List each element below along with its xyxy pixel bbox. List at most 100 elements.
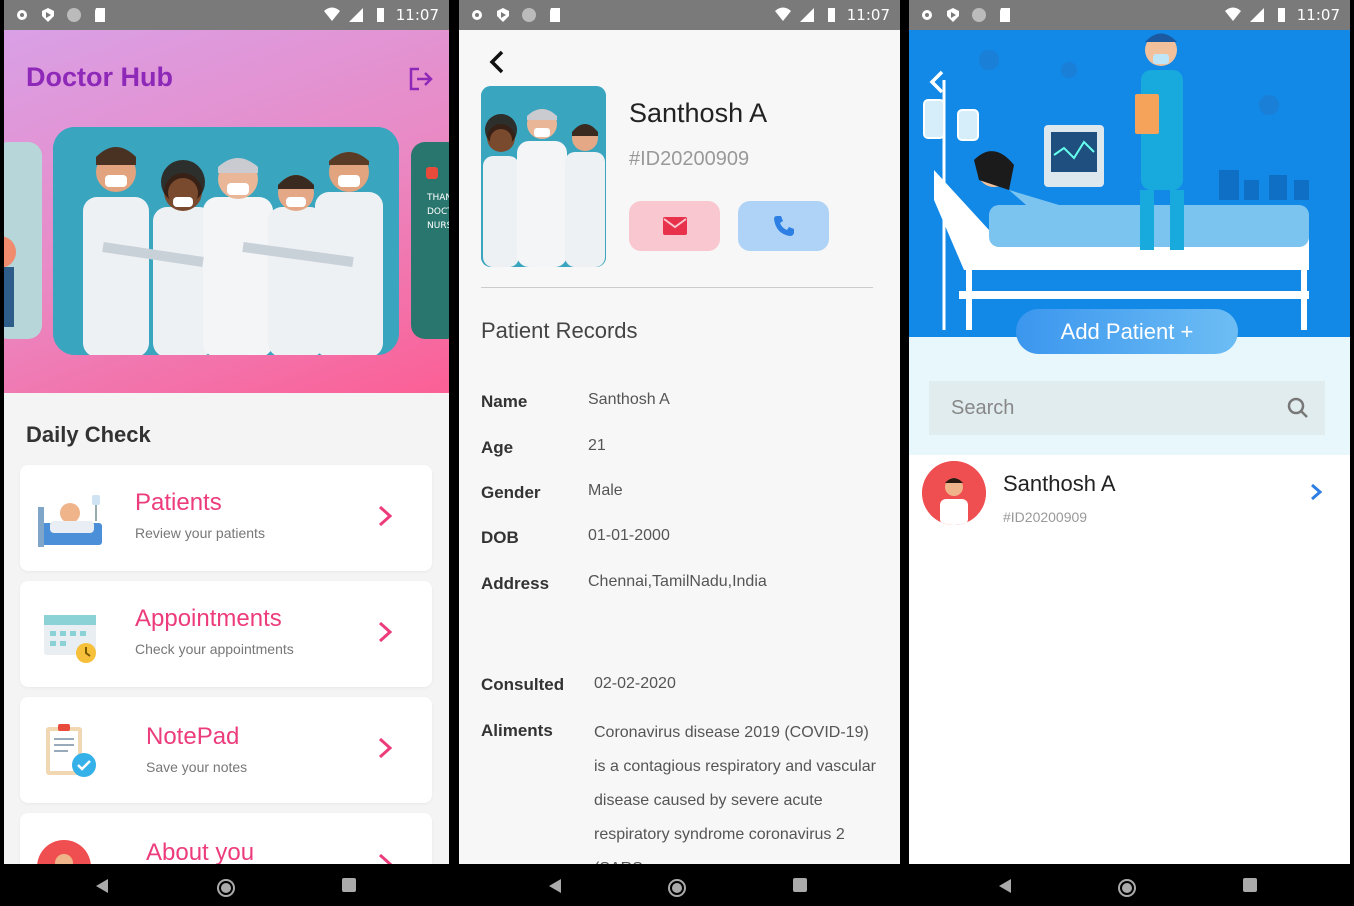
menu-card-notepad[interactable]: NotePad Save your notes — [20, 697, 432, 803]
patient-bed-icon — [38, 495, 102, 547]
field-label: Consulted — [481, 675, 565, 694]
battery-icon — [827, 8, 835, 22]
status-bar: 11:07 — [4, 0, 449, 30]
signal-icon — [1249, 8, 1264, 22]
shield-icon — [497, 8, 509, 22]
field-value: 01-01-2000 — [588, 527, 670, 544]
menu-card-about[interactable]: About you — [20, 813, 432, 864]
chevron-right-icon — [378, 853, 392, 864]
doctors-illustration — [53, 127, 399, 355]
carousel-card-next[interactable]: THAN DOCT NURS — [411, 142, 449, 339]
patient-detail-screen: 11:07 Santhosh A #ID20200909 Patient Rec… — [459, 0, 900, 864]
status-bar: 11:07 — [909, 0, 1350, 30]
field-value: Male — [588, 482, 623, 499]
add-patient-button[interactable]: Add Patient + — [1016, 309, 1238, 354]
menu-subtitle: Save your notes — [146, 759, 248, 775]
field-label: DOB — [481, 528, 519, 547]
sdcard-icon — [95, 8, 105, 22]
patient-name: Santhosh A — [629, 98, 768, 128]
avatar — [922, 461, 986, 525]
signal-icon — [348, 8, 363, 22]
divider — [481, 287, 873, 288]
nav-recents-icon[interactable] — [1243, 878, 1257, 892]
wifi-icon — [1224, 7, 1241, 21]
menu-title: NotePad — [146, 723, 240, 750]
sdcard-icon — [550, 8, 560, 22]
calendar-icon — [44, 615, 96, 663]
menu-title: About you — [146, 839, 255, 864]
field-label: Address — [481, 574, 550, 593]
nav-back-icon[interactable] — [997, 878, 1013, 894]
menu-subtitle: Review your patients — [135, 525, 265, 541]
section-title: Daily Check — [26, 422, 151, 447]
nav-home-icon[interactable] — [216, 878, 236, 898]
battery-icon — [376, 8, 384, 22]
chevron-right-icon — [378, 621, 392, 643]
user-avatar-icon — [37, 840, 91, 864]
carousel-card-doctors[interactable] — [53, 127, 399, 355]
search-bar — [929, 381, 1325, 435]
sdcard-icon — [1000, 8, 1010, 22]
field-value: Chennai,TamilNadu,India — [588, 573, 767, 590]
settings-icon — [472, 10, 482, 20]
nav-home-icon[interactable] — [1117, 878, 1137, 898]
back-arrow-icon[interactable] — [929, 70, 945, 94]
home-screen: 11:07 Doctor Hub THAN DOC NUR Daily Chec… — [4, 0, 449, 864]
field-value: 21 — [588, 437, 606, 454]
logout-icon[interactable] — [408, 66, 434, 92]
field-value: Santhosh A — [588, 391, 670, 408]
nav-home-icon[interactable] — [667, 878, 687, 898]
records-title: Patient Records — [481, 318, 638, 343]
patient-name: Santhosh A — [1003, 471, 1116, 496]
field-value-aliments: Coronavirus disease 2019 (COVID-19) is a… — [594, 724, 876, 864]
field-label: Aliments — [481, 721, 553, 740]
field-label: Name — [481, 392, 528, 411]
patient-photo — [481, 86, 606, 267]
status-time: 11:07 — [395, 6, 439, 24]
circle-icon — [522, 8, 536, 22]
menu-title: Patients — [135, 489, 222, 516]
chevron-right-icon — [378, 737, 392, 759]
phone-icon — [774, 216, 794, 236]
back-arrow-icon[interactable] — [489, 50, 505, 74]
app-title: Doctor Hub — [26, 62, 173, 92]
svg-text:DOCT: DOCT — [427, 207, 449, 217]
circle-icon — [972, 8, 986, 22]
menu-card-patients[interactable]: Patients Review your patients — [20, 465, 432, 571]
field-value: 02-02-2020 — [594, 675, 676, 692]
status-time: 11:07 — [846, 6, 890, 24]
menu-title: Appointments — [135, 605, 282, 632]
settings-icon — [17, 10, 27, 20]
patient-id: #ID20200909 — [1003, 509, 1088, 525]
nav-recents-icon[interactable] — [342, 878, 356, 892]
shield-icon — [42, 8, 54, 22]
chevron-right-icon — [1311, 483, 1322, 501]
chevron-right-icon — [378, 505, 392, 527]
shield-icon — [947, 8, 959, 22]
svg-text:THAN: THAN — [426, 193, 449, 203]
hospital-illustration — [909, 30, 1350, 337]
nav-recents-icon[interactable] — [793, 878, 807, 892]
mail-icon — [663, 217, 687, 235]
status-bar: 11:07 — [459, 0, 900, 30]
nav-back-icon[interactable] — [547, 878, 563, 894]
signal-icon — [799, 8, 814, 22]
battery-icon — [1277, 8, 1285, 22]
email-button[interactable] — [629, 201, 720, 251]
menu-card-appointments[interactable]: Appointments Check your appointments — [20, 581, 432, 687]
clipboard-check-icon — [46, 724, 96, 777]
search-icon[interactable] — [1287, 397, 1309, 419]
field-label: Gender — [481, 483, 541, 502]
patient-list-item[interactable]: Santhosh A #ID20200909 — [909, 455, 1350, 535]
wifi-icon — [323, 7, 340, 21]
call-button[interactable] — [738, 201, 829, 251]
status-time: 11:07 — [1296, 6, 1340, 24]
field-label: Age — [481, 438, 514, 457]
nav-back-icon[interactable] — [94, 878, 110, 894]
settings-icon — [922, 10, 932, 20]
svg-text:NURS: NURS — [427, 221, 449, 231]
patients-list-screen: 11:07 Add Patient + Search Santhosh A #I… — [909, 0, 1350, 864]
search-input[interactable] — [951, 396, 1251, 420]
carousel-card-prev[interactable] — [4, 142, 42, 339]
menu-subtitle: Check your appointments — [135, 641, 294, 657]
